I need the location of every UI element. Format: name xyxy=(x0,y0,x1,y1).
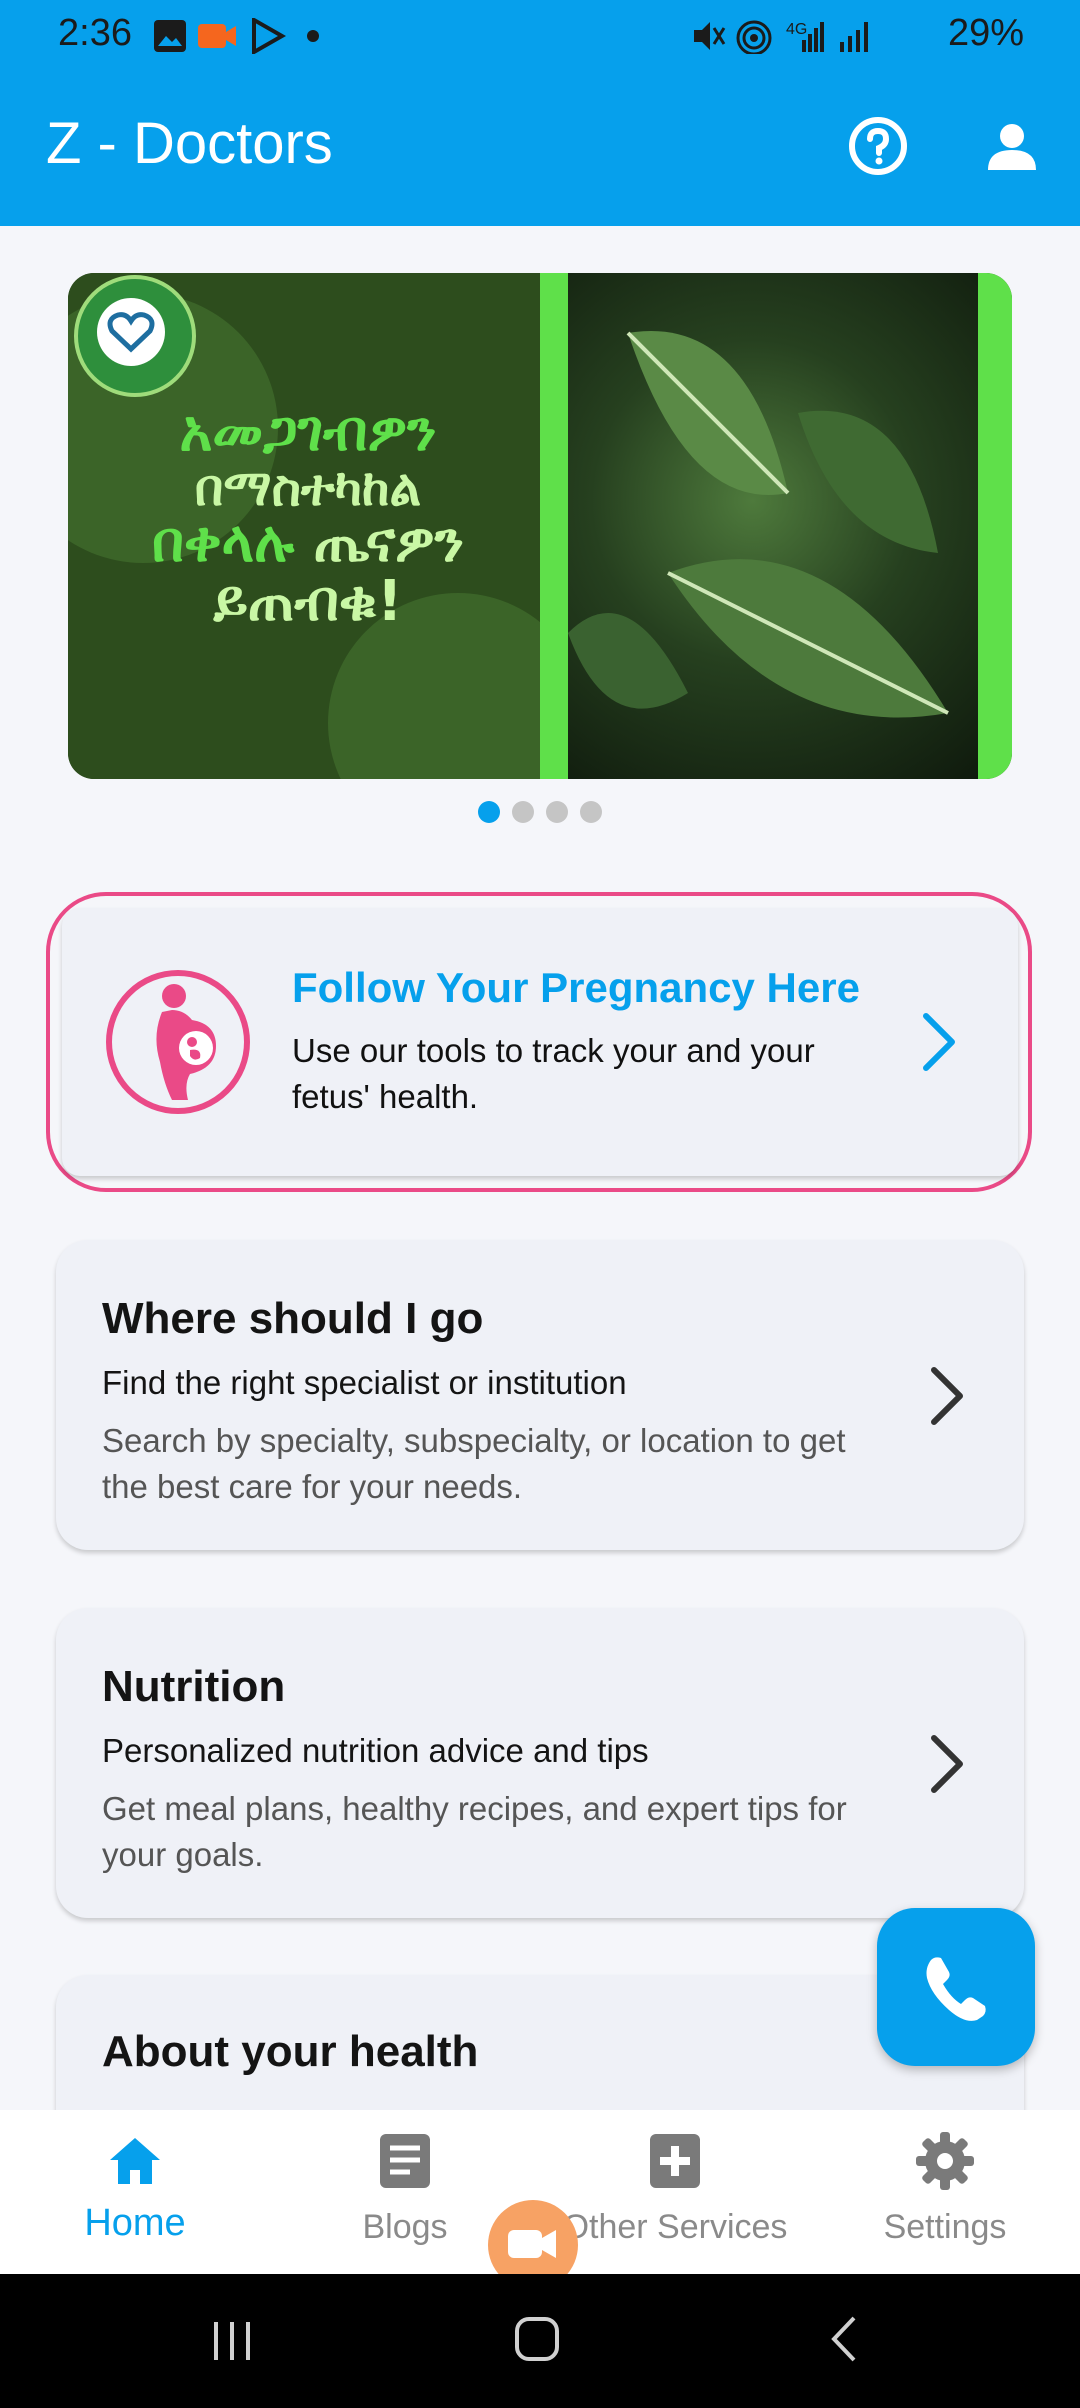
more-notifications-icon xyxy=(307,30,319,42)
carousel-indicator[interactable] xyxy=(478,801,602,823)
carousel-dot-1[interactable] xyxy=(478,801,500,823)
svg-text:4G: 4G xyxy=(786,21,807,38)
status-time: 2:36 xyxy=(58,12,132,54)
card-title: About your health xyxy=(102,2027,479,2076)
pregnancy-subtitle: Use our tools to track your and your fet… xyxy=(292,1032,815,1116)
mute-icon xyxy=(694,22,726,50)
call-button[interactable] xyxy=(877,1908,1035,2066)
document-icon xyxy=(380,2134,430,2188)
signal-bars-icon xyxy=(840,22,868,52)
chevron-right-icon xyxy=(931,1735,963,1793)
app-header: 2:36 4G 29% Z - Doctors xyxy=(0,0,1080,226)
person-icon[interactable] xyxy=(980,114,1044,178)
nav-label: Settings xyxy=(883,2208,1007,2246)
video-call-status-icon xyxy=(198,24,236,48)
signal-4g-icon: 4G xyxy=(786,21,824,52)
card-subtitle: Find the right specialist or institution xyxy=(102,1364,627,1401)
nav-label: Other Services xyxy=(562,2208,788,2246)
nav-settings[interactable]: Settings xyxy=(810,2110,1080,2274)
banner-line-4: ይጠብቁ! xyxy=(213,569,403,635)
carousel-dot-4[interactable] xyxy=(580,801,602,823)
help-circle-icon[interactable] xyxy=(846,114,910,178)
gear-icon xyxy=(916,2132,974,2190)
chevron-right-icon xyxy=(931,1367,963,1425)
video-camera-icon xyxy=(508,2230,556,2258)
nav-other-services[interactable]: Other Services xyxy=(540,2110,810,2274)
banner-headline: አመጋገብዎን በማስተካከል በቀላሉ ጤናዎን ይጠብቁ! xyxy=(88,399,528,635)
banner-word-easily: በቀላሉ xyxy=(151,510,295,576)
card-subtitle: Personalized nutrition advice and tips xyxy=(102,1732,649,1769)
banner-line-1: አመጋገብዎን xyxy=(179,399,437,464)
gallery-icon xyxy=(154,20,186,52)
hotspot-icon xyxy=(736,20,772,54)
banner-text-panel: አመጋገብዎን በማስተካከል በቀላሉ ጤናዎን ይጠብቁ! xyxy=(68,273,588,779)
card-description: Search by specialty, subspecialty, or lo… xyxy=(102,1422,846,1505)
status-bar: 2:36 4G 29% xyxy=(0,0,1080,70)
pregnancy-title: Follow Your Pregnancy Here xyxy=(292,964,860,1011)
recent-apps-icon[interactable] xyxy=(208,2316,258,2366)
banner-leaf-photo xyxy=(568,273,978,779)
promo-banner[interactable]: አመጋገብዎን በማስተካከል በቀላሉ ጤናዎን ይጠብቁ! xyxy=(68,273,1012,779)
banner-line-3: በቀላሉ ጤናዎን xyxy=(88,513,528,573)
battery-level: 29% xyxy=(947,12,1024,54)
pregnancy-card[interactable]: Follow Your Pregnancy Here Use our tools… xyxy=(62,908,1018,1176)
app-title: Z - Doctors xyxy=(46,111,333,176)
home-icon xyxy=(110,2138,160,2184)
carousel-dot-3[interactable] xyxy=(546,801,568,823)
play-store-icon xyxy=(252,18,286,54)
banner-line-2: በማስተካከል xyxy=(194,458,422,517)
home-system-icon[interactable] xyxy=(512,2314,562,2364)
nutrition-card[interactable]: Nutrition Personalized nutrition advice … xyxy=(56,1608,1024,1918)
system-navigation-bar xyxy=(0,2274,1080,2408)
nav-home[interactable]: Home xyxy=(0,2110,270,2274)
nav-label: Home xyxy=(84,2202,186,2244)
banner-word-health: ጤናዎን xyxy=(313,510,465,576)
phone-icon xyxy=(926,1957,986,2021)
card-title: Where should I go xyxy=(102,1294,484,1343)
where-should-i-go-card[interactable]: Where should I go Find the right special… xyxy=(56,1240,1024,1550)
card-title: Nutrition xyxy=(102,1662,286,1711)
pregnancy-icon xyxy=(106,970,250,1114)
back-icon[interactable] xyxy=(820,2314,870,2364)
chevron-right-icon xyxy=(923,1013,955,1071)
z-doctors-logo xyxy=(74,275,196,397)
card-description: Get meal plans, healthy recipes, and exp… xyxy=(102,1790,847,1873)
plus-box-icon xyxy=(650,2134,700,2188)
carousel-dot-2[interactable] xyxy=(512,801,534,823)
